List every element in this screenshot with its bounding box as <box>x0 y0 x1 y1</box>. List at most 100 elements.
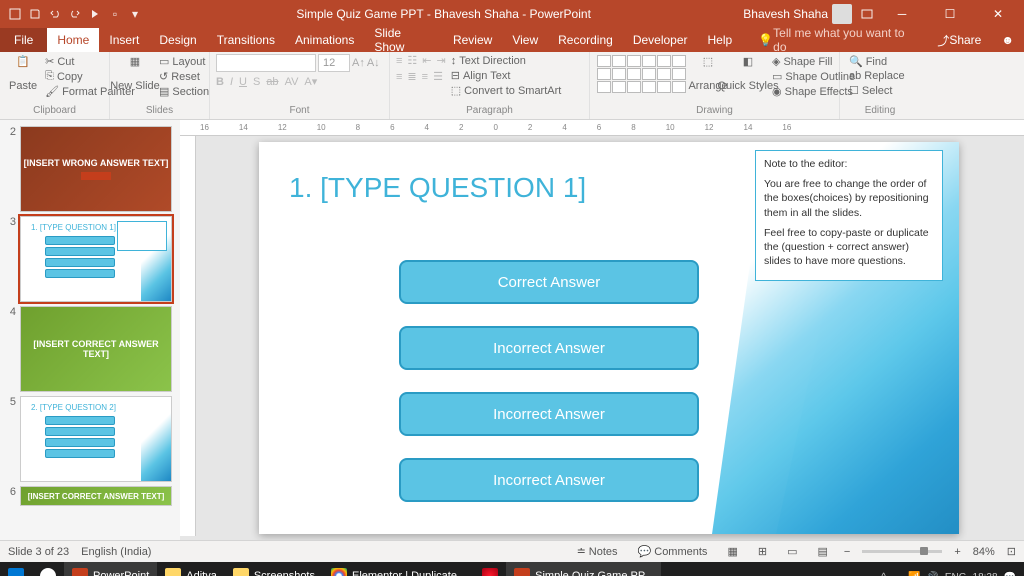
reset-button[interactable]: ↺ Reset <box>156 69 212 84</box>
reading-view-button[interactable]: ▭ <box>783 545 801 558</box>
volume-icon[interactable]: 🔊 <box>926 572 938 576</box>
qat-more-icon[interactable]: ▾ <box>128 7 142 21</box>
autosave-icon[interactable] <box>8 7 22 21</box>
taskbar-folder-aditya[interactable]: Aditya <box>157 562 225 576</box>
thumb-2[interactable]: 2 [INSERT WRONG ANSWER TEXT] <box>0 124 180 214</box>
ribbon-options-icon[interactable] <box>860 7 874 21</box>
decrease-font-icon[interactable]: A↓ <box>367 57 380 69</box>
zoom-out-button[interactable]: − <box>844 546 850 558</box>
smartart-button[interactable]: ⬚ Convert to SmartArt <box>448 83 565 98</box>
strike-button[interactable]: ab <box>266 76 278 88</box>
quick-styles-button[interactable]: ◧Quick Styles <box>729 54 767 93</box>
tab-review[interactable]: Review <box>443 28 502 52</box>
section-button[interactable]: ▤ Section <box>156 84 212 99</box>
question-title[interactable]: 1. [TYPE QUESTION 1] <box>289 172 586 204</box>
fit-button[interactable]: ⊡ <box>1007 545 1016 558</box>
thumb-4[interactable]: 4 [INSERT CORRECT ANSWER TEXT] <box>0 304 180 394</box>
onedrive-icon[interactable]: ☁ <box>892 572 902 576</box>
maximize-button[interactable]: ☐ <box>930 0 970 28</box>
start-button[interactable] <box>0 562 32 576</box>
find-button[interactable]: 🔍 Find <box>846 54 908 69</box>
align-text-button[interactable]: ⊟ Align Text <box>448 68 565 83</box>
taskbar-folder-screenshots[interactable]: Screenshots <box>225 562 323 576</box>
comments-button[interactable]: 💬 Comments <box>634 545 712 558</box>
wifi-icon[interactable]: 📶 <box>908 572 920 576</box>
increase-font-icon[interactable]: A↑ <box>352 57 365 69</box>
answer-incorrect-3[interactable]: Incorrect Answer <box>399 458 699 502</box>
qat-icon[interactable]: ▫ <box>108 7 122 21</box>
shadow-button[interactable]: S <box>253 76 260 88</box>
new-slide-button[interactable]: ▦New Slide <box>116 54 154 93</box>
notifications-icon[interactable]: 💬 <box>1004 572 1016 576</box>
comments-icon[interactable]: ☻ <box>991 28 1024 52</box>
font-name-input[interactable] <box>216 54 316 72</box>
columns-button[interactable]: ☰ <box>433 70 443 83</box>
taskbar-powerpoint[interactable]: PowerPoint <box>64 562 157 576</box>
select-button[interactable]: ☐ Select <box>846 83 908 98</box>
redo-icon[interactable] <box>68 7 82 21</box>
save-icon[interactable] <box>28 7 42 21</box>
align-right-button[interactable]: ≡ <box>422 71 428 83</box>
paste-button[interactable]: 📋Paste <box>6 54 40 93</box>
layout-button[interactable]: ▭ Layout <box>156 54 212 69</box>
font-color-button[interactable]: A▾ <box>304 75 317 88</box>
tab-transitions[interactable]: Transitions <box>207 28 285 52</box>
user-account[interactable]: Bhavesh Shaha <box>743 4 852 24</box>
answer-incorrect-2[interactable]: Incorrect Answer <box>399 392 699 436</box>
shapes-gallery[interactable] <box>596 54 687 94</box>
zoom-level[interactable]: 84% <box>973 546 995 558</box>
tab-animations[interactable]: Animations <box>285 28 364 52</box>
align-center-button[interactable]: ≣ <box>407 70 416 83</box>
minimize-button[interactable]: ─ <box>882 0 922 28</box>
bullets-button[interactable]: ≡ <box>396 55 402 67</box>
search-button[interactable] <box>32 562 64 576</box>
indent-dec-button[interactable]: ⇤ <box>422 54 431 67</box>
close-button[interactable]: ✕ <box>978 0 1018 28</box>
align-left-button[interactable]: ≡ <box>396 71 402 83</box>
share-button[interactable]: ⤴ Share <box>927 28 991 52</box>
system-tray[interactable]: ^ ☁ 📶 🔊 ENG 18:38 💬 <box>873 572 1024 576</box>
editor-note[interactable]: Note to the editor: You are free to chan… <box>755 150 943 281</box>
answer-correct[interactable]: Correct Answer <box>399 260 699 304</box>
start-icon[interactable] <box>88 7 102 21</box>
tab-file[interactable]: File <box>0 28 47 52</box>
italic-button[interactable]: I <box>230 76 233 88</box>
numbering-button[interactable]: ☷ <box>407 54 417 67</box>
underline-button[interactable]: U <box>239 76 247 88</box>
undo-icon[interactable] <box>48 7 62 21</box>
replace-button[interactable]: ab Replace <box>846 69 908 83</box>
taskbar-chrome[interactable]: Elementor | Duplicate... <box>323 562 474 576</box>
tray-lang[interactable]: ENG <box>945 572 967 576</box>
sorter-view-button[interactable]: ⊞ <box>754 545 771 558</box>
answer-incorrect-1[interactable]: Incorrect Answer <box>399 326 699 370</box>
indent-inc-button[interactable]: ⇥ <box>437 54 446 67</box>
thumb-3[interactable]: 3 1. [TYPE QUESTION 1] <box>0 214 180 304</box>
zoom-in-button[interactable]: + <box>954 546 960 558</box>
thumb-5[interactable]: 5 2. [TYPE QUESTION 2] <box>0 394 180 484</box>
tab-recording[interactable]: Recording <box>548 28 623 52</box>
tray-up-icon[interactable]: ^ <box>881 572 886 576</box>
taskbar-opera[interactable] <box>474 562 506 576</box>
tab-help[interactable]: Help <box>698 28 743 52</box>
font-size-input[interactable]: 12 <box>318 54 350 72</box>
tab-design[interactable]: Design <box>149 28 206 52</box>
slideshow-view-button[interactable]: ▤ <box>813 545 831 558</box>
tab-developer[interactable]: Developer <box>623 28 698 52</box>
notes-button[interactable]: ≐ Notes <box>573 545 622 558</box>
slide-indicator[interactable]: Slide 3 of 23 <box>8 546 69 558</box>
normal-view-button[interactable]: ▦ <box>723 545 741 558</box>
spacing-button[interactable]: AV <box>285 76 299 88</box>
zoom-slider[interactable] <box>862 550 942 553</box>
text-direction-button[interactable]: ↕ Text Direction <box>448 54 565 68</box>
taskbar-powerpoint-2[interactable]: Simple Quiz Game PP... <box>506 562 661 576</box>
slide-canvas[interactable]: 1. [TYPE QUESTION 1] Correct Answer Inco… <box>259 142 959 534</box>
bold-button[interactable]: B <box>216 76 224 88</box>
language-indicator[interactable]: English (India) <box>81 546 151 558</box>
thumb-6[interactable]: 6 [INSERT CORRECT ANSWER TEXT] <box>0 484 180 508</box>
tell-me[interactable]: 💡 Tell me what you want to do <box>748 28 927 52</box>
tab-insert[interactable]: Insert <box>99 28 149 52</box>
tab-view[interactable]: View <box>502 28 548 52</box>
tab-home[interactable]: Home <box>47 28 99 52</box>
tab-slideshow[interactable]: Slide Show <box>364 28 443 52</box>
tray-time[interactable]: 18:38 <box>973 572 998 576</box>
